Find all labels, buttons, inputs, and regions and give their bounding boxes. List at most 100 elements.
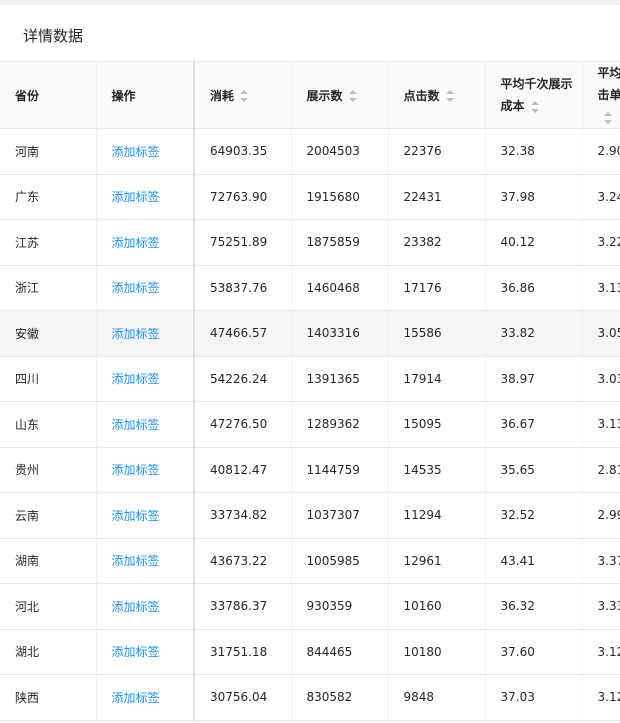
add-tag-link[interactable]: 添加标签 [112, 554, 160, 568]
cell-cost-text: 43673.22 [210, 553, 268, 568]
cell-clicks-text: 15586 [403, 326, 442, 341]
cell-clicks-text: 11294 [403, 508, 442, 523]
table-header-row: 省份 操作 消耗 展示数 点击数 平均千次展示成本 平均点击单价 [0, 61, 620, 129]
cell-province: 山东 [0, 401, 97, 448]
cell-clicks-text: 9848 [403, 690, 435, 705]
cell-impressions-text: 1037307 [306, 508, 360, 523]
cell-impressions-text: 1289362 [306, 417, 360, 432]
cell-cost-text: 64903.35 [210, 144, 268, 159]
table-row: 贵州 添加标签 40812.47 1144759 14535 35.65 2.81 [0, 447, 620, 493]
add-tag-link[interactable]: 添加标签 [112, 509, 160, 523]
cell-cpm: 36.67 [485, 401, 583, 448]
cell-cpm: 36.86 [485, 265, 583, 311]
table-row: 云南 添加标签 33734.82 1037307 11294 32.52 2.99 [0, 492, 620, 539]
cell-impressions: 930359 [291, 583, 389, 630]
cell-cpc: 2.90 [582, 128, 620, 175]
cell-cpm-text: 38.97 [500, 371, 535, 386]
cell-cost-text: 31751.18 [210, 644, 268, 659]
add-tag-link[interactable]: 添加标签 [112, 463, 160, 477]
add-tag-link[interactable]: 添加标签 [112, 372, 160, 386]
table-row: 江苏 添加标签 75251.89 1875859 23382 40.12 3.22 [0, 219, 620, 266]
cell-impressions-text: 930359 [306, 599, 353, 614]
cell-action: 添加标签 [96, 629, 195, 675]
column-header-cpm[interactable]: 平均千次展示成本 [485, 61, 583, 129]
sort-icon[interactable] [240, 90, 249, 102]
table-row: 河北 添加标签 33786.37 930359 10160 36.32 3.33 [0, 583, 620, 630]
cell-impressions-text: 1915680 [306, 189, 360, 204]
cell-province: 浙江 [0, 265, 97, 311]
sort-icon[interactable] [348, 90, 357, 102]
cell-cpm: 35.65 [485, 447, 583, 493]
column-header-cpc[interactable]: 平均点击单价 [582, 61, 620, 129]
cell-cost: 30756.04 [194, 674, 292, 721]
cell-cpc: 2.81 [582, 447, 620, 493]
cell-province-text: 云南 [15, 508, 40, 523]
add-tag-link[interactable]: 添加标签 [112, 236, 160, 250]
table-row: 安徽 添加标签 47466.57 1403316 15586 33.82 3.05 [0, 310, 620, 357]
add-tag-link[interactable]: 添加标签 [112, 327, 160, 341]
table-row: 河南 添加标签 64903.35 2004503 22376 32.38 2.90 [0, 128, 620, 175]
add-tag-link[interactable]: 添加标签 [112, 190, 160, 204]
cell-impressions: 1144759 [291, 447, 389, 493]
add-tag-link[interactable]: 添加标签 [112, 691, 160, 705]
cell-clicks-text: 14535 [403, 462, 442, 477]
cell-cpm: 36.32 [485, 583, 583, 630]
cell-clicks-text: 10180 [403, 644, 442, 659]
column-header-action: 操作 [96, 61, 195, 129]
cell-impressions-text: 2004503 [306, 144, 360, 159]
add-tag-link[interactable]: 添加标签 [112, 645, 160, 659]
cell-impressions-text: 1391365 [306, 371, 360, 386]
cell-clicks: 22431 [388, 174, 486, 220]
cell-cost-text: 33786.37 [210, 599, 268, 614]
table-row: 陕西 添加标签 30756.04 830582 9848 37.03 3.12 [0, 674, 620, 721]
sort-icon[interactable] [603, 111, 612, 124]
sort-icon[interactable] [530, 100, 539, 113]
cell-cpm-text: 37.03 [500, 690, 535, 705]
add-tag-link[interactable]: 添加标签 [112, 281, 160, 295]
cell-cost-text: 40812.47 [210, 462, 268, 477]
cell-cost-text: 47276.50 [210, 417, 268, 432]
cell-cpc: 3.12 [582, 629, 620, 675]
detail-table-container[interactable]: 省份 操作 消耗 展示数 点击数 平均千次展示成本 平均点击单价 河南添加标签6… [0, 61, 620, 723]
column-header-clicks[interactable]: 点击数 [388, 61, 486, 129]
cell-cpm: 43.41 [485, 538, 583, 584]
cell-province-text: 安徽 [15, 326, 40, 341]
cell-clicks-text: 12961 [403, 553, 442, 568]
cell-clicks: 14535 [388, 447, 486, 493]
column-header-cost[interactable]: 消耗 [194, 61, 292, 129]
cell-impressions: 830582 [291, 674, 389, 721]
sort-icon[interactable] [445, 90, 454, 102]
cell-cpc: 3.13 [582, 265, 620, 311]
cell-cpm-text: 36.86 [500, 280, 535, 295]
table-row: 广东 添加标签 72763.90 1915680 22431 37.98 3.24 [0, 174, 620, 220]
cell-action: 添加标签 [96, 265, 195, 311]
cell-cpc: 3.03 [582, 356, 620, 402]
cell-province-text: 湖北 [15, 645, 40, 660]
cell-cost: 40812.47 [194, 447, 292, 493]
cell-action: 添加标签 [96, 174, 195, 220]
cell-province-text: 山东 [15, 417, 40, 432]
cell-cpc-text: 3.37 [597, 553, 620, 568]
add-tag-link[interactable]: 添加标签 [112, 418, 160, 432]
add-tag-link[interactable]: 添加标签 [112, 145, 160, 159]
cell-clicks: 12961 [388, 538, 486, 584]
cell-cost: 31751.18 [194, 629, 292, 675]
cell-impressions: 1915680 [291, 174, 389, 220]
column-header-impressions[interactable]: 展示数 [291, 61, 389, 129]
cell-province: 四川 [0, 356, 97, 402]
add-tag-link[interactable]: 添加标签 [112, 600, 160, 614]
cell-province: 陕西 [0, 674, 97, 721]
cell-clicks-text: 10160 [403, 599, 442, 614]
cell-cpm: 38.97 [485, 356, 583, 402]
cell-cpm-text: 35.65 [500, 462, 535, 477]
cell-clicks: 17176 [388, 265, 486, 311]
detail-card: 详情数据 省份 操作 消耗 展示数 点击数 平均千次展示成本 平均点击单价 河南… [0, 5, 620, 723]
cell-action: 添加标签 [96, 356, 195, 402]
table-row: 湖南 添加标签 43673.22 1005985 12961 43.41 3.37 [0, 538, 620, 584]
cell-province: 湖北 [0, 629, 97, 675]
cell-impressions-text: 1403316 [306, 326, 360, 341]
cell-cost-text: 30756.04 [210, 690, 268, 705]
cell-cpc: 3.24 [582, 174, 620, 220]
cell-province-text: 河北 [15, 599, 40, 614]
cell-cpm-text: 37.60 [500, 644, 535, 659]
